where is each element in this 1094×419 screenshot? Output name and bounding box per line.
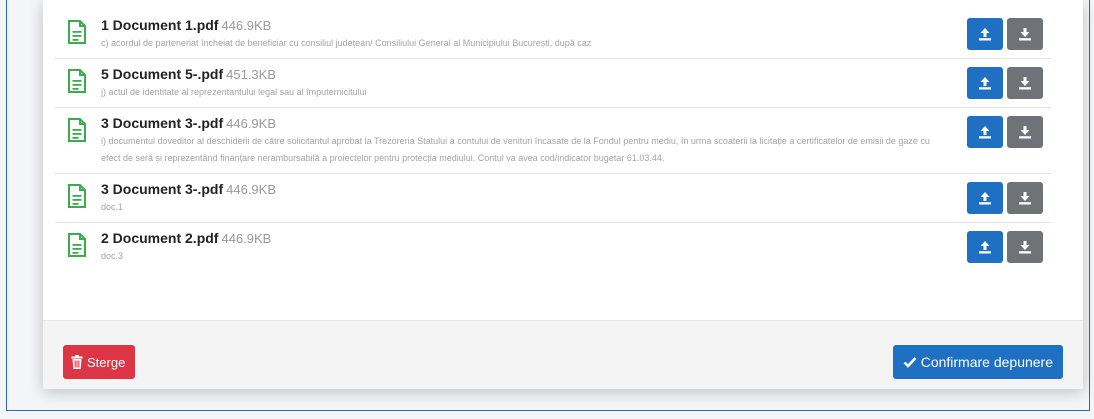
- file-text-icon: [67, 69, 87, 93]
- document-name[interactable]: 2 Document 2.pdf: [101, 230, 218, 246]
- download-button[interactable]: [1007, 18, 1043, 50]
- download-button[interactable]: [1007, 67, 1043, 99]
- document-description: j) actul de identitate al reprezentantul…: [101, 87, 367, 97]
- document-actions: [967, 67, 1043, 99]
- upload-icon: [979, 28, 991, 41]
- confirm-button-label: Confirmare depunere: [920, 354, 1053, 370]
- panel-footer: Sterge Confirmare depunere: [43, 320, 1083, 389]
- document-description: c) acordul de parteneriat încheiat de be…: [101, 38, 592, 48]
- download-icon: [1019, 126, 1031, 139]
- upload-button[interactable]: [967, 18, 1003, 50]
- document-title: 3 Document 3-.pdf 446.9KB: [101, 180, 1051, 199]
- document-actions: [967, 18, 1043, 50]
- download-button[interactable]: [1007, 116, 1043, 148]
- download-icon: [1019, 77, 1031, 90]
- confirm-submission-button[interactable]: Confirmare depunere: [892, 345, 1063, 379]
- document-size: 451.3KB: [226, 67, 276, 82]
- upload-icon: [979, 77, 991, 90]
- document-actions: [967, 182, 1043, 214]
- document-title: 2 Document 2.pdf 446.9KB: [101, 229, 1051, 248]
- document-size: 446.9KB: [221, 18, 272, 33]
- page-frame: 1 Document 1.pdf 446.9KB c) acordul de pa…: [6, 0, 1090, 411]
- document-title: 5 Document 5-.pdf 451.3KB: [101, 65, 1051, 84]
- document-title: 1 Document 1.pdf 446.9KB: [101, 16, 1051, 35]
- file-text-icon: [67, 184, 87, 208]
- documents-panel: 1 Document 1.pdf 446.9KB c) acordul de pa…: [43, 0, 1083, 389]
- document-size: 446.9KB: [221, 231, 272, 246]
- file-text-icon: [67, 20, 87, 44]
- delete-button[interactable]: Sterge: [63, 345, 136, 379]
- document-size: 446.9KB: [226, 116, 276, 131]
- upload-button[interactable]: [967, 231, 1003, 263]
- document-name[interactable]: 1 Document 1.pdf: [101, 17, 218, 33]
- documents-list: 1 Document 1.pdf 446.9KB c) acordul de pa…: [55, 10, 1051, 271]
- download-button[interactable]: [1007, 182, 1043, 214]
- download-icon: [1019, 192, 1031, 205]
- document-description: doc.1: [101, 202, 124, 212]
- document-description: doc.3: [101, 251, 124, 261]
- trash-icon: [71, 355, 83, 369]
- check-icon: [903, 357, 917, 368]
- document-name[interactable]: 3 Document 3-.pdf: [101, 115, 223, 131]
- upload-button[interactable]: [967, 182, 1003, 214]
- upload-button[interactable]: [967, 116, 1003, 148]
- file-text-icon: [67, 118, 87, 142]
- document-row: 3 Document 3-.pdf 446.9KB doc.1: [55, 174, 1051, 223]
- document-row: 3 Document 3-.pdf 446.9KB i) documentul d…: [55, 108, 1051, 174]
- document-row: 2 Document 2.pdf 446.9KB doc.3: [55, 223, 1051, 271]
- document-actions: [967, 231, 1043, 263]
- document-name[interactable]: 3 Document 3-.pdf: [101, 181, 223, 197]
- download-icon: [1019, 241, 1031, 254]
- document-description: i) documentul doveditor al deschiderii d…: [101, 136, 930, 163]
- upload-icon: [979, 241, 991, 254]
- document-row: 5 Document 5-.pdf 451.3KB j) actul de ide…: [55, 59, 1051, 108]
- download-button[interactable]: [1007, 231, 1043, 263]
- document-size: 446.9KB: [226, 182, 276, 197]
- file-text-icon: [67, 233, 87, 257]
- upload-button[interactable]: [967, 67, 1003, 99]
- upload-icon: [979, 192, 991, 205]
- download-icon: [1019, 28, 1031, 41]
- document-title: 3 Document 3-.pdf 446.9KB: [101, 114, 1051, 133]
- document-actions: [967, 116, 1043, 148]
- document-row: 1 Document 1.pdf 446.9KB c) acordul de pa…: [55, 10, 1051, 59]
- delete-button-label: Sterge: [87, 354, 126, 370]
- upload-icon: [979, 126, 991, 139]
- document-name[interactable]: 5 Document 5-.pdf: [101, 66, 223, 82]
